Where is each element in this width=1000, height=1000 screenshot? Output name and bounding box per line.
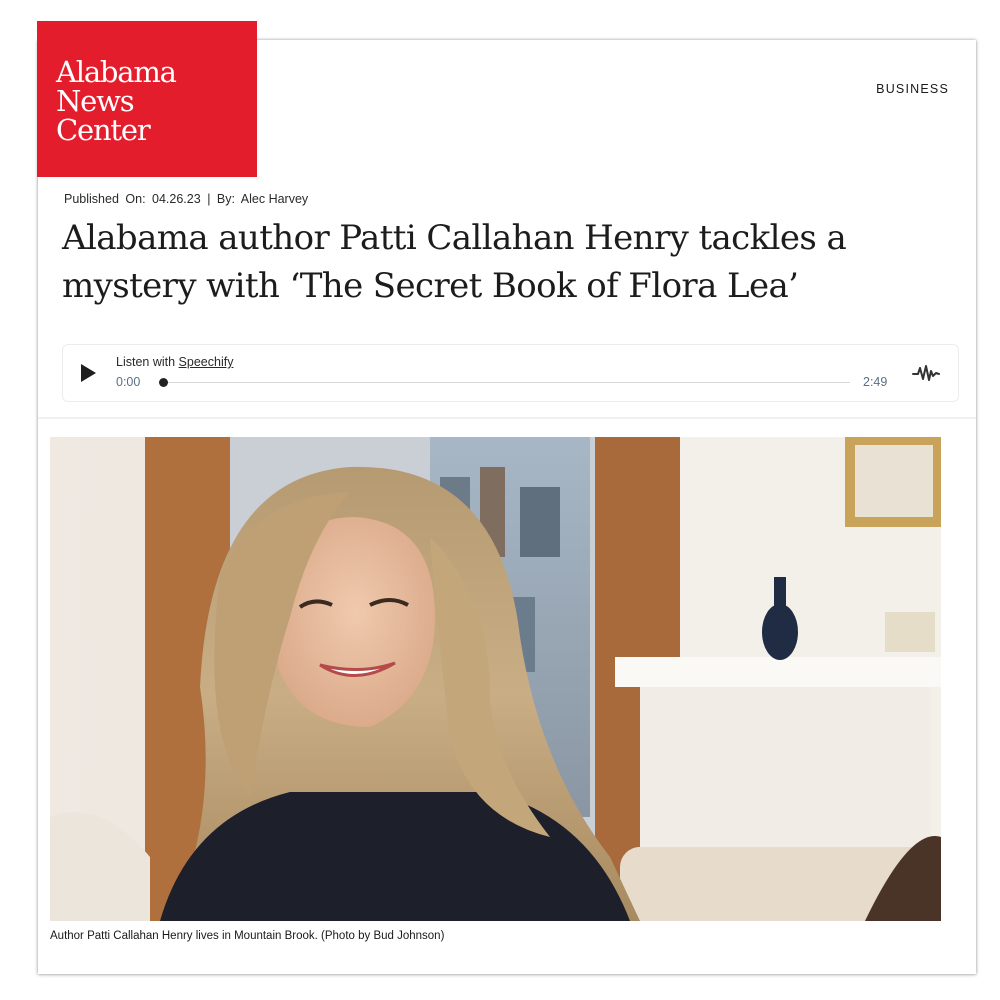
by-label: By:	[216, 192, 235, 206]
audio-progress-bar[interactable]	[159, 378, 850, 387]
byline-separator: |	[207, 192, 211, 206]
hero-photo	[50, 437, 941, 921]
published-label: Published	[64, 192, 119, 206]
logo-line-2: News	[56, 84, 135, 118]
speechify-waveform-icon[interactable]	[911, 363, 941, 383]
duration: 2:49	[863, 375, 888, 389]
speechify-link[interactable]: Speechify	[179, 355, 234, 369]
article-headline: Alabama author Patti Callahan Henry tack…	[62, 218, 847, 306]
section-divider	[38, 417, 976, 419]
on-label: On:	[125, 192, 146, 206]
play-button[interactable]	[77, 362, 99, 384]
logo-line-3: Center	[56, 113, 151, 147]
current-time: 0:00	[116, 375, 141, 389]
audio-player: Listen with Speechify 0:00 2:49	[62, 344, 959, 402]
site-logo[interactable]: Alabama News Center	[37, 21, 257, 177]
publish-date: 04.26.23	[152, 192, 201, 206]
logo-line-1: Alabama	[56, 55, 177, 89]
audio-progress-thumb[interactable]	[159, 378, 168, 387]
author-name[interactable]: Alec Harvey	[241, 192, 308, 206]
play-icon	[81, 364, 96, 382]
photo-caption: Author Patti Callahan Henry lives in Mou…	[50, 930, 445, 942]
listen-with-label: Listen with Speechify	[116, 355, 233, 369]
listen-prefix: Listen with	[116, 355, 176, 369]
section-link-business[interactable]: BUSINESS	[876, 82, 949, 96]
byline: Published On: 04.26.23 | By: Alec Harvey	[64, 192, 311, 206]
hero-photo-illustration	[50, 437, 941, 921]
